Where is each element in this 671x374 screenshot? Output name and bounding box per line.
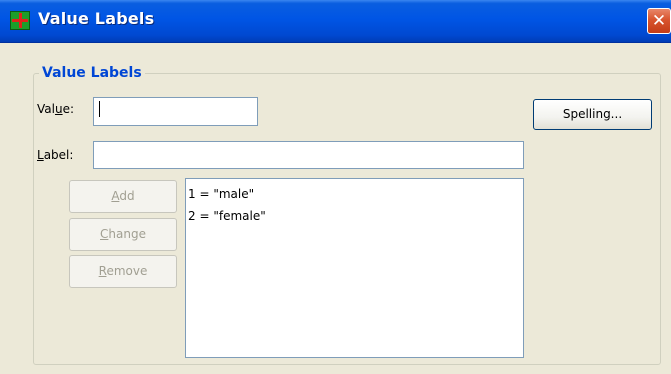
group-label: Value Labels	[39, 64, 145, 82]
spss-app-icon	[10, 11, 30, 30]
add-button[interactable]: Add	[69, 180, 177, 213]
list-item[interactable]: 2 = "female"	[188, 209, 266, 223]
list-item[interactable]: 1 = "male"	[188, 187, 254, 201]
change-button[interactable]: Change	[69, 218, 177, 251]
value-labels-list[interactable]: 1 = "male" 2 = "female"	[185, 178, 524, 358]
label-field-label: Label:	[37, 148, 74, 162]
spelling-button[interactable]: Spelling...	[533, 99, 652, 130]
text-caret	[99, 101, 100, 117]
remove-button[interactable]: Remove	[69, 255, 177, 288]
close-button[interactable]: ✕	[647, 8, 671, 34]
label-input[interactable]	[93, 141, 524, 169]
title-bar[interactable]: Value Labels ✕	[0, 0, 671, 43]
value-input[interactable]	[93, 97, 258, 126]
close-icon: ✕	[651, 11, 667, 31]
value-field-label: Value:	[37, 102, 75, 116]
window-title: Value Labels	[38, 9, 155, 28]
